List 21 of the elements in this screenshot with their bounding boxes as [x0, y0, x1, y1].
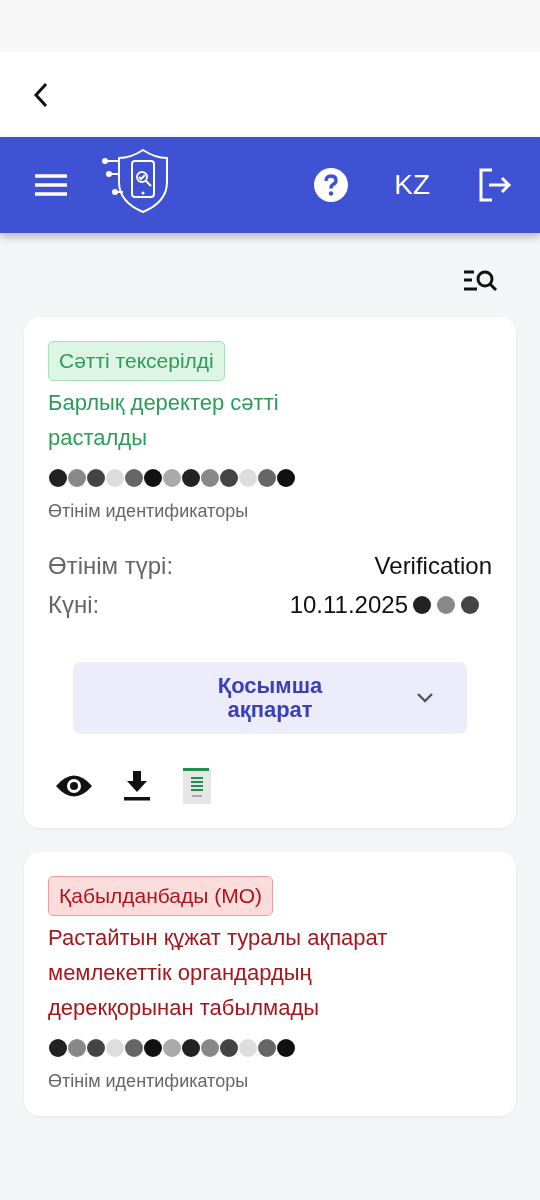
back-icon[interactable] — [33, 81, 49, 108]
detail-value: 10.11.2025 — [289, 591, 408, 619]
eye-icon[interactable] — [56, 773, 92, 799]
language-button[interactable]: KZ — [394, 169, 430, 201]
status-message: Барлық деректер сәтті расталды — [48, 389, 280, 452]
download-icon[interactable] — [124, 771, 150, 801]
more-info-button[interactable]: Қосымша ақпарат — [73, 662, 467, 734]
logout-icon[interactable] — [478, 168, 512, 202]
id-caption: Өтінім идентификаторы — [48, 1071, 250, 1092]
detail-label: Өтінім түрі: — [48, 552, 174, 580]
detail-value: Verification — [374, 552, 492, 580]
id-caption: Өтінім идентификаторы — [48, 501, 250, 522]
status-badge: Қабылданбады (МО) — [48, 876, 274, 916]
csv-file-icon[interactable] — [182, 768, 212, 804]
status-message: Растайтын құжат туралы ақпарат мемлекеттік органдардың дерекқорынан табылмады — [48, 924, 389, 1022]
menu-icon[interactable] — [35, 174, 67, 196]
chevron-icon — [417, 693, 433, 703]
status-badge: Сәтті тексерілді — [48, 341, 225, 381]
help-icon[interactable] — [314, 168, 349, 202]
detail-label: Күні: — [48, 591, 100, 619]
filter-search-icon[interactable] — [464, 269, 498, 293]
